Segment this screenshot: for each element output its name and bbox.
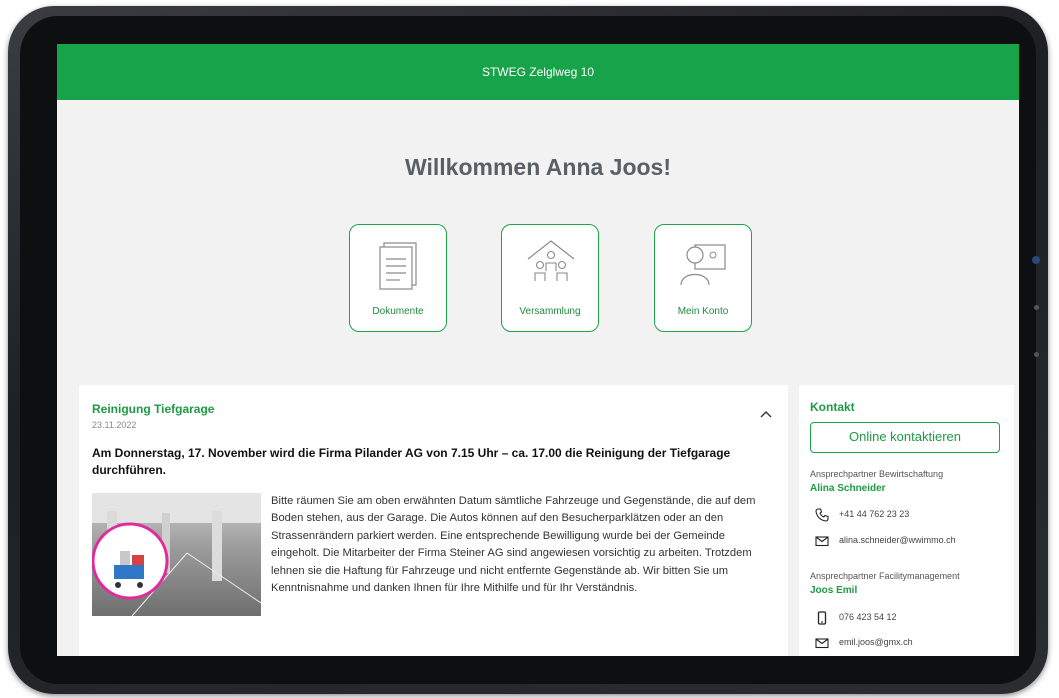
sensor-dot bbox=[1034, 305, 1039, 310]
tile-assembly[interactable]: Versammlung bbox=[501, 224, 599, 332]
garage-photo bbox=[92, 493, 261, 616]
tile-label: Mein Konto bbox=[677, 306, 729, 317]
chevron-up-icon[interactable] bbox=[759, 407, 773, 421]
garage-photo-graphic bbox=[92, 493, 261, 616]
contact-card: Kontakt Online kontaktieren Ansprechpart… bbox=[799, 385, 1014, 656]
contact-email: alina.schneider@wwimmo.ch bbox=[839, 535, 956, 545]
tile-account[interactable]: Mein Konto bbox=[654, 224, 752, 332]
tile-label: Versammlung bbox=[519, 306, 581, 317]
tile-label: Dokumente bbox=[372, 306, 424, 317]
app-header: STWEG Zelglweg 10 bbox=[57, 44, 1019, 100]
app-title: STWEG Zelglweg 10 bbox=[481, 65, 595, 79]
contact-email: emil.joos@gmx.ch bbox=[839, 637, 913, 647]
contact-role: Ansprechpartner Bewirtschaftung bbox=[810, 469, 944, 479]
contact-phone: 076 423 54 12 bbox=[839, 612, 897, 622]
phone-icon bbox=[815, 508, 829, 522]
online-contact-button[interactable]: Online kontaktieren bbox=[810, 422, 1000, 453]
sensor-dot bbox=[1034, 352, 1039, 357]
assembly-icon bbox=[527, 240, 575, 281]
contact-name: Joos Emil bbox=[810, 585, 858, 596]
news-card: Reinigung Tiefgarage 23.11.2022 Am Donne… bbox=[79, 385, 788, 656]
camera-lens bbox=[1032, 256, 1040, 264]
news-date: 23.11.2022 bbox=[92, 420, 137, 430]
contact-phone: +41 44 762 23 23 bbox=[839, 509, 910, 519]
contact-name: Alina Schneider bbox=[810, 483, 886, 494]
document-icon bbox=[379, 242, 417, 290]
news-lead: Am Donnerstag, 17. November wird die Fir… bbox=[92, 446, 731, 477]
news-title[interactable]: Reinigung Tiefgarage bbox=[92, 402, 214, 416]
welcome-heading: Willkommen Anna Joos! bbox=[404, 154, 672, 180]
app-screen: STWEG Zelglweg 10 Willkommen Anna Joos! … bbox=[57, 44, 1019, 656]
contact-title: Kontakt bbox=[810, 400, 855, 414]
mail-icon bbox=[815, 638, 829, 649]
news-body: Bitte räumen Sie am oben erwähnten Datum… bbox=[271, 495, 756, 595]
mail-icon bbox=[815, 536, 829, 547]
tile-documents[interactable]: Dokumente bbox=[349, 224, 447, 332]
mobile-phone-icon bbox=[817, 611, 827, 625]
account-icon bbox=[680, 244, 726, 286]
contact-role: Ansprechpartner Facilitymanagement bbox=[810, 571, 960, 581]
